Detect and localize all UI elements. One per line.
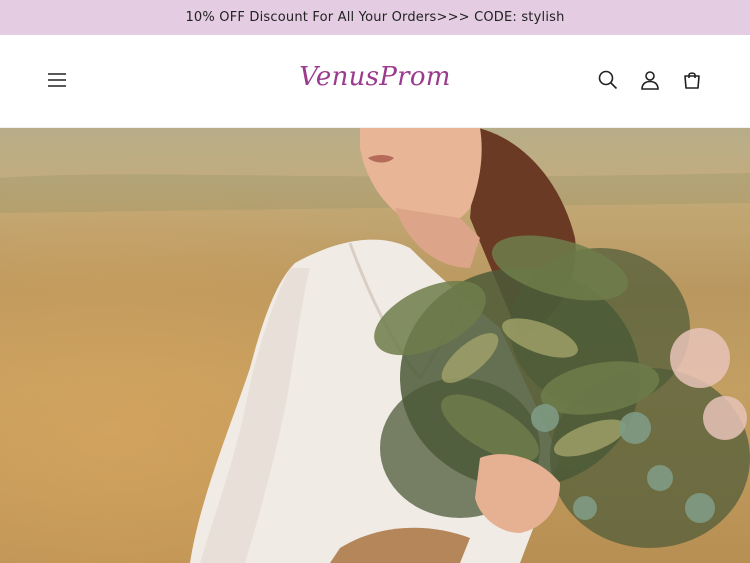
cart-button[interactable] <box>676 65 708 95</box>
site-header: VenusProm <box>0 35 750 128</box>
header-actions <box>592 65 708 95</box>
hero-banner[interactable] <box>0 128 750 563</box>
hero-image <box>0 128 750 563</box>
announcement-text: 10% OFF Discount For All Your Orders>>> … <box>185 10 565 25</box>
cart-icon <box>684 72 700 89</box>
user-icon <box>641 71 659 90</box>
announcement-bar: 10% OFF Discount For All Your Orders>>> … <box>0 0 750 35</box>
search-icon <box>598 70 618 90</box>
account-button[interactable] <box>634 65 666 95</box>
search-button[interactable] <box>592 65 624 95</box>
